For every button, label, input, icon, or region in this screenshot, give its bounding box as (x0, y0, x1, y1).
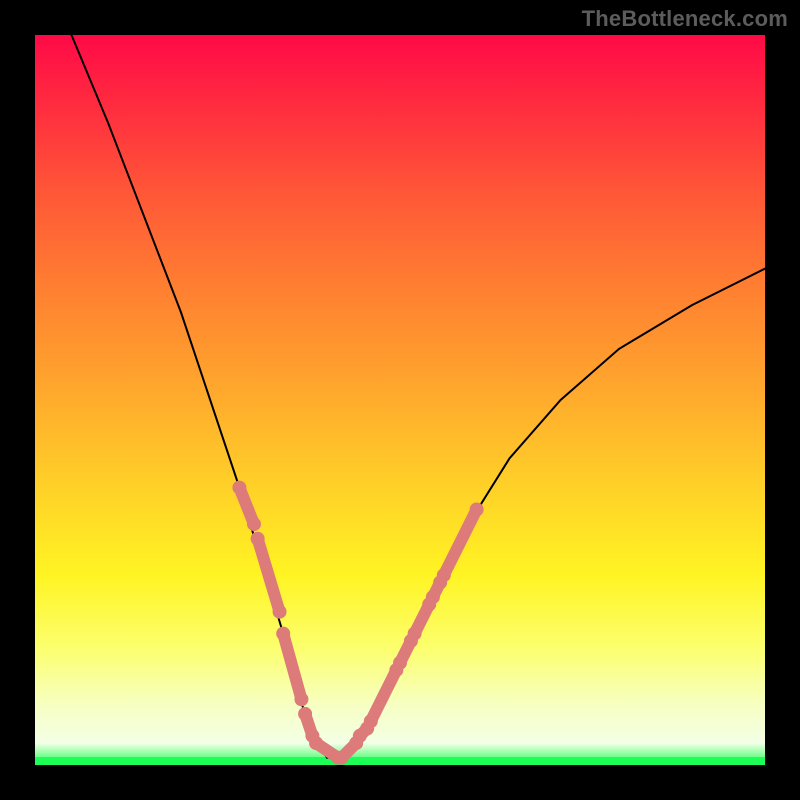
data-bead-cap (251, 532, 265, 546)
data-bead-cap (426, 590, 440, 604)
data-bead (283, 634, 301, 700)
data-bead (258, 539, 280, 612)
data-bead-cap (276, 627, 290, 641)
data-bead (444, 510, 477, 576)
bottleneck-curve (72, 35, 766, 758)
data-bead-cap (309, 736, 323, 750)
data-bead-cap (232, 481, 246, 495)
data-bead-cap (437, 568, 451, 582)
watermark-text: TheBottleneck.com (582, 6, 788, 32)
data-bead-cap (273, 605, 287, 619)
data-bead-cap (247, 517, 261, 531)
data-bead-cap (393, 656, 407, 670)
data-bead-cap (470, 503, 484, 517)
data-bead-cap (298, 707, 312, 721)
data-bead (371, 670, 397, 721)
data-bead-cap (408, 627, 422, 641)
data-bead-cap (364, 714, 378, 728)
chart-viewport: TheBottleneck.com (0, 0, 800, 800)
curve-layer (35, 35, 765, 765)
data-bead-cap (294, 692, 308, 706)
plot-area (35, 35, 765, 765)
data-bead-cap (335, 751, 349, 765)
data-beads-group (232, 481, 483, 765)
